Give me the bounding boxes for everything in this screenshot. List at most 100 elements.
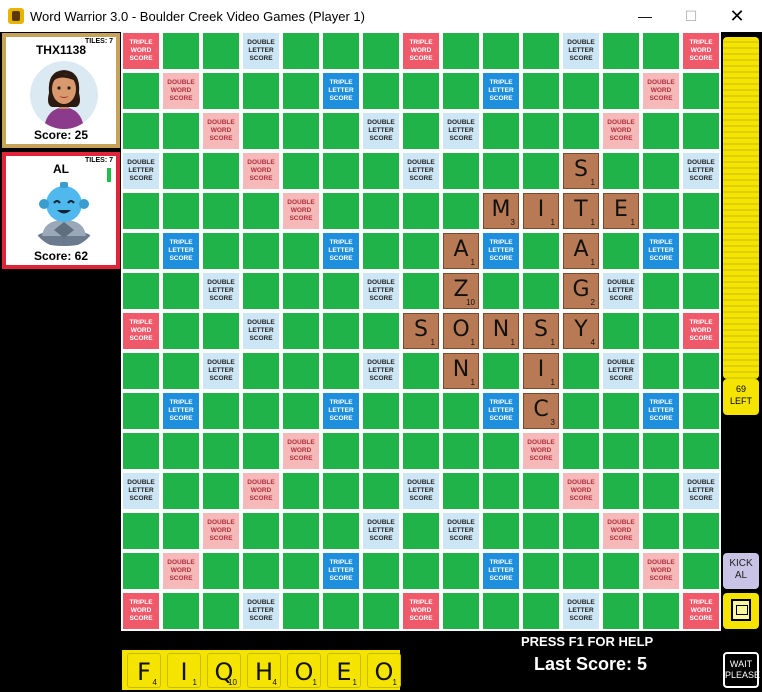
board-square[interactable] [683, 433, 719, 469]
double-word-square[interactable]: DOUBLEWORDSCORE [283, 433, 319, 469]
board-square[interactable] [523, 593, 559, 629]
board-square[interactable] [283, 113, 319, 149]
double-letter-square[interactable]: DOUBLELETTERSCORE [603, 353, 639, 389]
board-square[interactable] [283, 153, 319, 189]
triple-letter-square[interactable]: TRIPLE LETTER SCORE [163, 233, 199, 269]
double-letter-square[interactable]: DOUBLELETTERSCORE [363, 353, 399, 389]
board-square[interactable] [323, 193, 359, 229]
board-square[interactable] [363, 393, 399, 429]
double-word-square[interactable]: DOUBLEWORDSCORE [203, 513, 239, 549]
board-square[interactable] [123, 433, 159, 469]
board-square[interactable] [363, 553, 399, 589]
board-square[interactable] [683, 233, 719, 269]
board-square[interactable] [403, 73, 439, 109]
rack-tile[interactable]: Q 10 [207, 653, 241, 688]
double-word-square[interactable]: DOUBLEWORDSCORE [603, 113, 639, 149]
triple-letter-square[interactable]: TRIPLE LETTER SCORE [163, 393, 199, 429]
board-square[interactable] [243, 113, 279, 149]
board-square[interactable] [643, 33, 679, 69]
board-square[interactable] [123, 553, 159, 589]
board-square[interactable] [163, 513, 199, 549]
board-square[interactable] [403, 433, 439, 469]
double-word-square[interactable]: DOUBLEWORDSCORE [243, 473, 279, 509]
board-square[interactable] [283, 313, 319, 349]
board-square[interactable] [163, 593, 199, 629]
board-square[interactable] [123, 513, 159, 549]
board-square[interactable] [443, 73, 479, 109]
board-square[interactable] [603, 313, 639, 349]
board-square[interactable] [523, 273, 559, 309]
triple-word-square[interactable]: TRIPLE WORD SCORE [123, 313, 159, 349]
board-square[interactable] [523, 153, 559, 189]
double-word-square[interactable]: DOUBLEWORDSCORE [163, 73, 199, 109]
board-square[interactable] [683, 73, 719, 109]
double-letter-square[interactable]: DOUBLELETTERSCORE [683, 473, 719, 509]
board-square[interactable] [603, 73, 639, 109]
board-square[interactable] [163, 313, 199, 349]
double-letter-square[interactable]: DOUBLELETTERSCORE [123, 473, 159, 509]
board-square[interactable] [203, 473, 239, 509]
board-square[interactable] [603, 153, 639, 189]
board-square[interactable] [123, 113, 159, 149]
triple-word-square[interactable]: TRIPLE WORD SCORE [683, 593, 719, 629]
double-letter-square[interactable]: DOUBLELETTERSCORE [443, 113, 479, 149]
board-square[interactable] [323, 473, 359, 509]
board-square[interactable] [283, 353, 319, 389]
double-word-square[interactable]: DOUBLEWORDSCORE [643, 553, 679, 589]
board-square[interactable] [323, 313, 359, 349]
triple-letter-square[interactable]: TRIPLE LETTER SCORE [483, 73, 519, 109]
board-square[interactable] [123, 233, 159, 269]
maximize-button[interactable]: ☐ [668, 0, 714, 32]
board-square[interactable] [483, 273, 519, 309]
double-letter-square[interactable]: DOUBLELETTERSCORE [203, 273, 239, 309]
board-square[interactable] [483, 473, 519, 509]
board-square[interactable] [123, 193, 159, 229]
board-square[interactable] [323, 33, 359, 69]
board-square[interactable] [563, 113, 599, 149]
board-square[interactable] [163, 473, 199, 509]
board-square[interactable] [523, 33, 559, 69]
double-letter-square[interactable]: DOUBLELETTERSCORE [563, 33, 599, 69]
board-square[interactable] [643, 593, 679, 629]
minimize-button[interactable]: — [622, 0, 668, 32]
board-square[interactable] [563, 73, 599, 109]
board-square[interactable] [123, 73, 159, 109]
board-square[interactable] [283, 513, 319, 549]
board-square[interactable] [403, 273, 439, 309]
board-square[interactable] [363, 233, 399, 269]
board-square[interactable] [363, 73, 399, 109]
board-square[interactable] [643, 113, 679, 149]
board-square[interactable] [483, 433, 519, 469]
board-square[interactable] [603, 593, 639, 629]
board-square[interactable] [323, 153, 359, 189]
double-letter-square[interactable]: DOUBLELETTERSCORE [443, 513, 479, 549]
double-letter-square[interactable]: DOUBLELETTERSCORE [563, 593, 599, 629]
board-square[interactable] [363, 33, 399, 69]
board-square[interactable] [363, 153, 399, 189]
board-square[interactable] [403, 193, 439, 229]
board-square[interactable] [203, 233, 239, 269]
triple-letter-square[interactable]: TRIPLE LETTER SCORE [643, 393, 679, 429]
board-square[interactable] [243, 513, 279, 549]
triple-letter-square[interactable]: TRIPLE LETTER SCORE [323, 553, 359, 589]
board-square[interactable] [563, 433, 599, 469]
board-square[interactable] [363, 593, 399, 629]
rack-tile[interactable]: O1 [367, 653, 401, 688]
board-square[interactable] [203, 553, 239, 589]
board-square[interactable] [643, 273, 679, 309]
board-square[interactable] [283, 553, 319, 589]
board-square[interactable] [243, 73, 279, 109]
board-square[interactable] [203, 153, 239, 189]
board-square[interactable] [203, 33, 239, 69]
help-book-button[interactable] [723, 593, 759, 629]
board-square[interactable] [163, 113, 199, 149]
double-word-square[interactable]: DOUBLEWORDSCORE [243, 153, 279, 189]
double-letter-square[interactable]: DOUBLELETTERSCORE [363, 113, 399, 149]
board-square[interactable] [523, 553, 559, 589]
triple-word-square[interactable]: TRIPLE WORD SCORE [123, 593, 159, 629]
board-square[interactable] [483, 33, 519, 69]
double-word-square[interactable]: DOUBLEWORDSCORE [603, 513, 639, 549]
board-square[interactable] [123, 273, 159, 309]
board-square[interactable] [603, 433, 639, 469]
double-word-square[interactable]: DOUBLEWORDSCORE [523, 433, 559, 469]
